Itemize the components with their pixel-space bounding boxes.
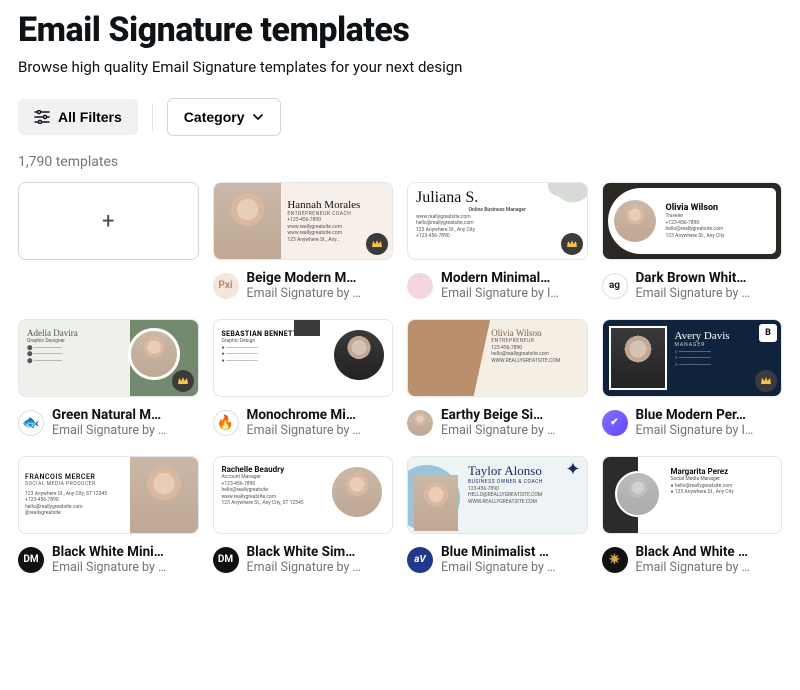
template-author: Email Signature by … — [636, 560, 783, 575]
template-author: Email Signature by I… — [636, 423, 783, 438]
filter-bar: All Filters Category — [18, 98, 782, 136]
template-grid: + Hannah Morales ENTREPRENEUR COACH +123… — [18, 182, 782, 575]
template-thumbnail: Olivia Wilson ENTREPRENEUR 123-456-7890 … — [407, 319, 588, 397]
premium-crown-icon — [366, 233, 388, 255]
template-title: Black And White … — [636, 544, 783, 560]
author-avatar: ag — [602, 273, 628, 299]
template-thumbnail: SEBASTIAN BENNETT Graphic Design ● ─────… — [213, 319, 394, 397]
template-title: Earthy Beige Si… — [441, 407, 588, 423]
sig-line: hello@reallygreatsite.com — [675, 483, 733, 489]
author-avatar: 🔥 — [213, 410, 239, 436]
template-card[interactable]: Adelia Davira Graphic Designer ⬤ ───────… — [18, 319, 199, 438]
plus-icon: + — [18, 182, 199, 260]
author-avatar — [407, 410, 433, 436]
create-blank-card[interactable]: + — [18, 182, 199, 301]
sig-line: @reallygreatsite — [25, 510, 124, 517]
template-card[interactable]: Olivia Wilson Traveler +123-456-7890 hel… — [602, 182, 783, 301]
sig-role: SOCIAL MEDIA PRODUCER — [25, 481, 124, 488]
sig-line: 123 Anywhere St., Any City — [666, 233, 773, 240]
template-card[interactable]: Juliana S. Online Business Manager www.r… — [407, 182, 588, 301]
template-author: Email Signature by … — [247, 423, 394, 438]
author-avatar: ✷ — [602, 547, 628, 573]
template-card[interactable]: FRANCOIS MERCER SOCIAL MEDIA PRODUCER 12… — [18, 456, 199, 575]
sig-name: Margarita Perez — [671, 467, 776, 476]
category-dropdown[interactable]: Category — [167, 98, 282, 136]
template-title: Blue Modern Per… — [636, 407, 783, 423]
sig-name: Taylor Alonso — [468, 463, 581, 479]
template-author: Email Signature by … — [247, 560, 394, 575]
sig-name: Avery Davis — [675, 330, 730, 342]
template-author: Email Signature by I… — [441, 286, 588, 301]
template-author: Email Signature by … — [247, 286, 394, 301]
author-avatar: ✔ — [602, 410, 628, 436]
template-thumbnail: Olivia Wilson Traveler +123-456-7890 hel… — [602, 182, 783, 260]
author-avatar: Pxi — [213, 273, 239, 299]
sig-name: Hannah Morales — [287, 199, 388, 211]
divider — [152, 103, 153, 131]
page-title: Email Signature templates — [18, 10, 782, 50]
template-card[interactable]: B Avery Davis MANAGER ○ ───────── ○ ────… — [602, 319, 783, 438]
category-label: Category — [184, 109, 245, 125]
sliders-icon — [34, 110, 50, 124]
all-filters-label: All Filters — [58, 109, 122, 125]
template-card[interactable]: SEBASTIAN BENNETT Graphic Design ● ─────… — [213, 319, 394, 438]
template-thumbnail: Adelia Davira Graphic Designer ⬤ ───────… — [18, 319, 199, 397]
template-card[interactable]: Rachelle Beaudry Account Manager +123-45… — [213, 456, 394, 575]
template-title: Green Natural M… — [52, 407, 199, 423]
sig-line: WWW.REALLYGREATSITE.COM — [468, 499, 581, 506]
template-title: Beige Modern M… — [247, 270, 394, 286]
template-thumbnail: Hannah Morales ENTREPRENEUR COACH +123-4… — [213, 182, 394, 260]
results-count: 1,790 templates — [18, 154, 782, 170]
template-thumbnail: FRANCOIS MERCER SOCIAL MEDIA PRODUCER 12… — [18, 456, 199, 534]
template-author: Email Signature by … — [52, 423, 199, 438]
template-thumbnail: Juliana S. Online Business Manager www.r… — [407, 182, 588, 260]
sig-line: 123 Anywhere St., Any City — [675, 489, 734, 495]
template-title: Blue Minimalist … — [441, 544, 588, 560]
template-author: Email Signature by … — [441, 560, 588, 575]
author-avatar: DM — [18, 547, 44, 573]
template-title: Modern Minimal… — [441, 270, 588, 286]
template-author: Email Signature by … — [52, 560, 199, 575]
premium-crown-icon — [561, 233, 583, 255]
template-thumbnail: Rachelle Beaudry Account Manager +123-45… — [213, 456, 394, 534]
sig-name: FRANCOIS MERCER — [25, 473, 124, 481]
author-avatar: 🐟 — [18, 410, 44, 436]
sig-name: Olivia Wilson — [666, 203, 773, 213]
sig-line: +123-456-7890 — [416, 233, 579, 240]
chevron-down-icon — [252, 111, 264, 123]
sig-name: Olivia Wilson — [491, 328, 580, 338]
author-avatar — [407, 273, 433, 299]
template-thumbnail: Margarita Perez Social Media Manager ● h… — [602, 456, 783, 534]
author-avatar: DM — [213, 547, 239, 573]
template-author: Email Signature by … — [441, 423, 588, 438]
page-subtitle: Browse high quality Email Signature temp… — [18, 58, 782, 76]
template-title: Dark Brown Whit… — [636, 270, 783, 286]
template-author: Email Signature by … — [636, 286, 783, 301]
template-card[interactable]: Olivia Wilson ENTREPRENEUR 123-456-7890 … — [407, 319, 588, 438]
premium-crown-icon — [755, 370, 777, 392]
template-card[interactable]: Margarita Perez Social Media Manager ● h… — [602, 456, 783, 575]
template-card[interactable]: Hannah Morales ENTREPRENEUR COACH +123-4… — [213, 182, 394, 301]
sig-line: WWW.REALLYGREATSITE.COM — [491, 358, 580, 365]
premium-crown-icon — [172, 370, 194, 392]
template-title: Black White Sim… — [247, 544, 394, 560]
template-card[interactable]: ✦ Taylor Alonso BUSINESS OWNER & COACH 1… — [407, 456, 588, 575]
author-avatar: aV — [407, 547, 433, 573]
template-title: Monochrome Mi… — [247, 407, 394, 423]
template-title: Black White Mini… — [52, 544, 199, 560]
template-thumbnail: ✦ Taylor Alonso BUSINESS OWNER & COACH 1… — [407, 456, 588, 534]
all-filters-button[interactable]: All Filters — [18, 99, 138, 135]
template-thumbnail: B Avery Davis MANAGER ○ ───────── ○ ────… — [602, 319, 783, 397]
